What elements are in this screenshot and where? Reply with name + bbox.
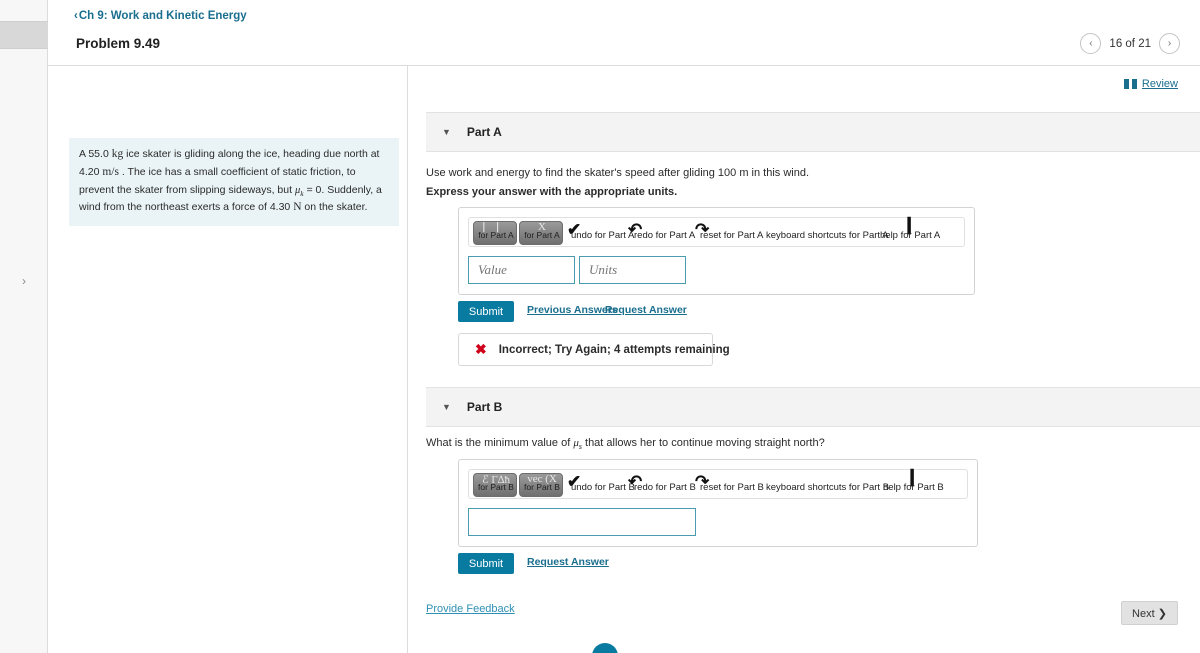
part-b-math-toolbar: ℰ Γ∆ħ for Part B vec (X for Part B ✔ und…	[468, 467, 968, 499]
template-alt-2: for Part A	[524, 230, 560, 240]
next-button[interactable]: Next ❯	[1121, 601, 1178, 625]
pager-label: 16 of 21	[1109, 37, 1151, 50]
review-link[interactable]: Review	[1142, 78, 1178, 90]
review-row: Review	[1123, 78, 1178, 90]
unit-newtons: N	[293, 201, 302, 214]
next-problem-button[interactable]: ›	[1159, 33, 1180, 54]
part-a-value-input[interactable]	[468, 256, 575, 284]
breadcrumb-back-chevron-icon: ‹	[74, 10, 78, 22]
statement-part-5: on the skater.	[301, 201, 368, 214]
part-a-answer-panel: ⎸ ⎸ for Part A X for Part A ✔ undo for P…	[458, 207, 975, 295]
part-a-template-button-1[interactable]: ⎸ ⎸ for Part A	[473, 221, 517, 245]
part-b-answer-panel: ℰ Γ∆ħ for Part B vec (X for Part B ✔ und…	[458, 459, 978, 547]
part-b-submit-button[interactable]: Submit	[458, 553, 514, 574]
undo-icon: ✔	[567, 472, 582, 491]
answer-column: Review ▼ Part A Use work and energy to f…	[408, 66, 1200, 653]
reset-label: reset for Part A	[700, 230, 764, 241]
page-title: Problem 9.49	[76, 36, 161, 51]
part-a-request-answer-link[interactable]: Request Answer	[605, 304, 687, 316]
redo-label: redo for Part B	[634, 482, 696, 493]
redo-icon: ↶	[628, 220, 643, 239]
breadcrumb[interactable]: ‹Ch 9: Work and Kinetic Energy	[74, 10, 247, 22]
template-glyph-2: X	[538, 221, 546, 233]
part-b-header[interactable]: ▼ Part B	[426, 387, 1200, 427]
part-a-feedback-banner: ✖ Incorrect; Try Again; 4 attempts remai…	[458, 333, 730, 366]
template-alt-2: for Part B	[524, 482, 560, 492]
problem-statement-text: A 55.0 kg ice skater is gliding along th…	[69, 138, 399, 227]
part-a-collapse-caret-icon[interactable]: ▼	[442, 127, 451, 137]
unit-kilograms: kg	[111, 148, 124, 160]
template-alt-1: for Part A	[478, 230, 514, 240]
provide-feedback-link[interactable]: Provide Feedback	[426, 603, 515, 615]
template-alt-1: for Part B	[478, 482, 514, 492]
part-a-template-button-2[interactable]: X for Part A	[519, 221, 563, 245]
mastering-physics-problem-page: › ‹Ch 9: Work and Kinetic Energy Problem…	[0, 0, 1200, 653]
part-b-question: What is the minimum value of μs that all…	[426, 435, 1156, 453]
help-label: help for Part A	[880, 230, 941, 241]
redo-icon: ↶	[628, 472, 643, 491]
breadcrumb-label: Ch 9: Work and Kinetic Energy	[78, 10, 247, 22]
part-b-collapse-caret-icon[interactable]: ▼	[442, 402, 451, 412]
part-a-field-row	[468, 256, 965, 284]
part-a-instruction: Express your answer with the appropriate…	[426, 186, 678, 198]
part-b-answer-input[interactable]	[468, 508, 696, 536]
next-label: Next	[1132, 607, 1155, 620]
part-b-template-button-1[interactable]: ℰ Γ∆ħ for Part B	[473, 473, 517, 497]
redo-label: redo for Part A	[634, 230, 696, 241]
book-icon	[1123, 79, 1137, 89]
part-a-question: Use work and energy to find the skater's…	[426, 167, 810, 179]
help-icon: ❙	[902, 215, 917, 234]
part-a-math-toolbar: ⎸ ⎸ for Part A X for Part A ✔ undo for P…	[468, 215, 965, 247]
undo-label: undo for Part A	[571, 230, 635, 241]
rail-active-block	[0, 21, 48, 49]
template-glyph-2: vec (X	[527, 473, 557, 485]
unit-meters-per-second: m/s	[102, 165, 119, 178]
reset-icon: ↷	[695, 472, 710, 491]
rail-expand-chevron-icon[interactable]: ›	[0, 272, 48, 290]
reset-label: reset for Part B	[700, 482, 764, 493]
part-b-question-post: that allows her to continue moving strai…	[581, 437, 825, 449]
undo-icon: ✔	[567, 220, 582, 239]
part-a-label: Part A	[466, 125, 502, 139]
part-b-question-pre: What is the minimum value of	[426, 437, 574, 449]
problem-pager: ‹ 16 of 21 ›	[1080, 33, 1180, 54]
part-a-header[interactable]: ▼ Part A	[426, 112, 1200, 152]
undo-label: undo for Part B	[571, 482, 635, 493]
keyboard-shortcuts-label: keyboard shortcuts for Part A	[766, 230, 889, 241]
left-rail: ›	[0, 0, 48, 653]
part-b-template-button-2[interactable]: vec (X for Part B	[519, 473, 563, 497]
next-chevron-icon: ❯	[1157, 607, 1167, 620]
template-glyph-1: ⎸ ⎸	[483, 221, 509, 233]
template-glyph-1: ℰ Γ∆ħ	[482, 474, 510, 486]
part-b-request-answer-link[interactable]: Request Answer	[527, 556, 609, 568]
previous-problem-button[interactable]: ‹	[1080, 33, 1102, 54]
statement-part-1: A 55.0	[79, 148, 112, 160]
keyboard-shortcuts-label: keyboard shortcuts for Part B	[766, 482, 890, 493]
page-header: ‹Ch 9: Work and Kinetic Energy Problem 9…	[48, 0, 1200, 66]
part-b-label: Part B	[466, 400, 503, 414]
part-a-submit-button[interactable]: Submit	[458, 301, 514, 322]
help-label: help for Part B	[883, 482, 944, 493]
part-a-units-input[interactable]	[579, 256, 686, 284]
problem-statement-column: A 55.0 kg ice skater is gliding along th…	[48, 66, 408, 653]
part-b-field-row	[468, 508, 968, 536]
part-a-feedback-text: Incorrect; Try Again; 4 attempts remaini…	[498, 343, 730, 356]
reset-icon: ↷	[695, 220, 710, 239]
incorrect-x-icon: ✖	[475, 341, 487, 357]
help-icon: ❙	[905, 467, 920, 486]
